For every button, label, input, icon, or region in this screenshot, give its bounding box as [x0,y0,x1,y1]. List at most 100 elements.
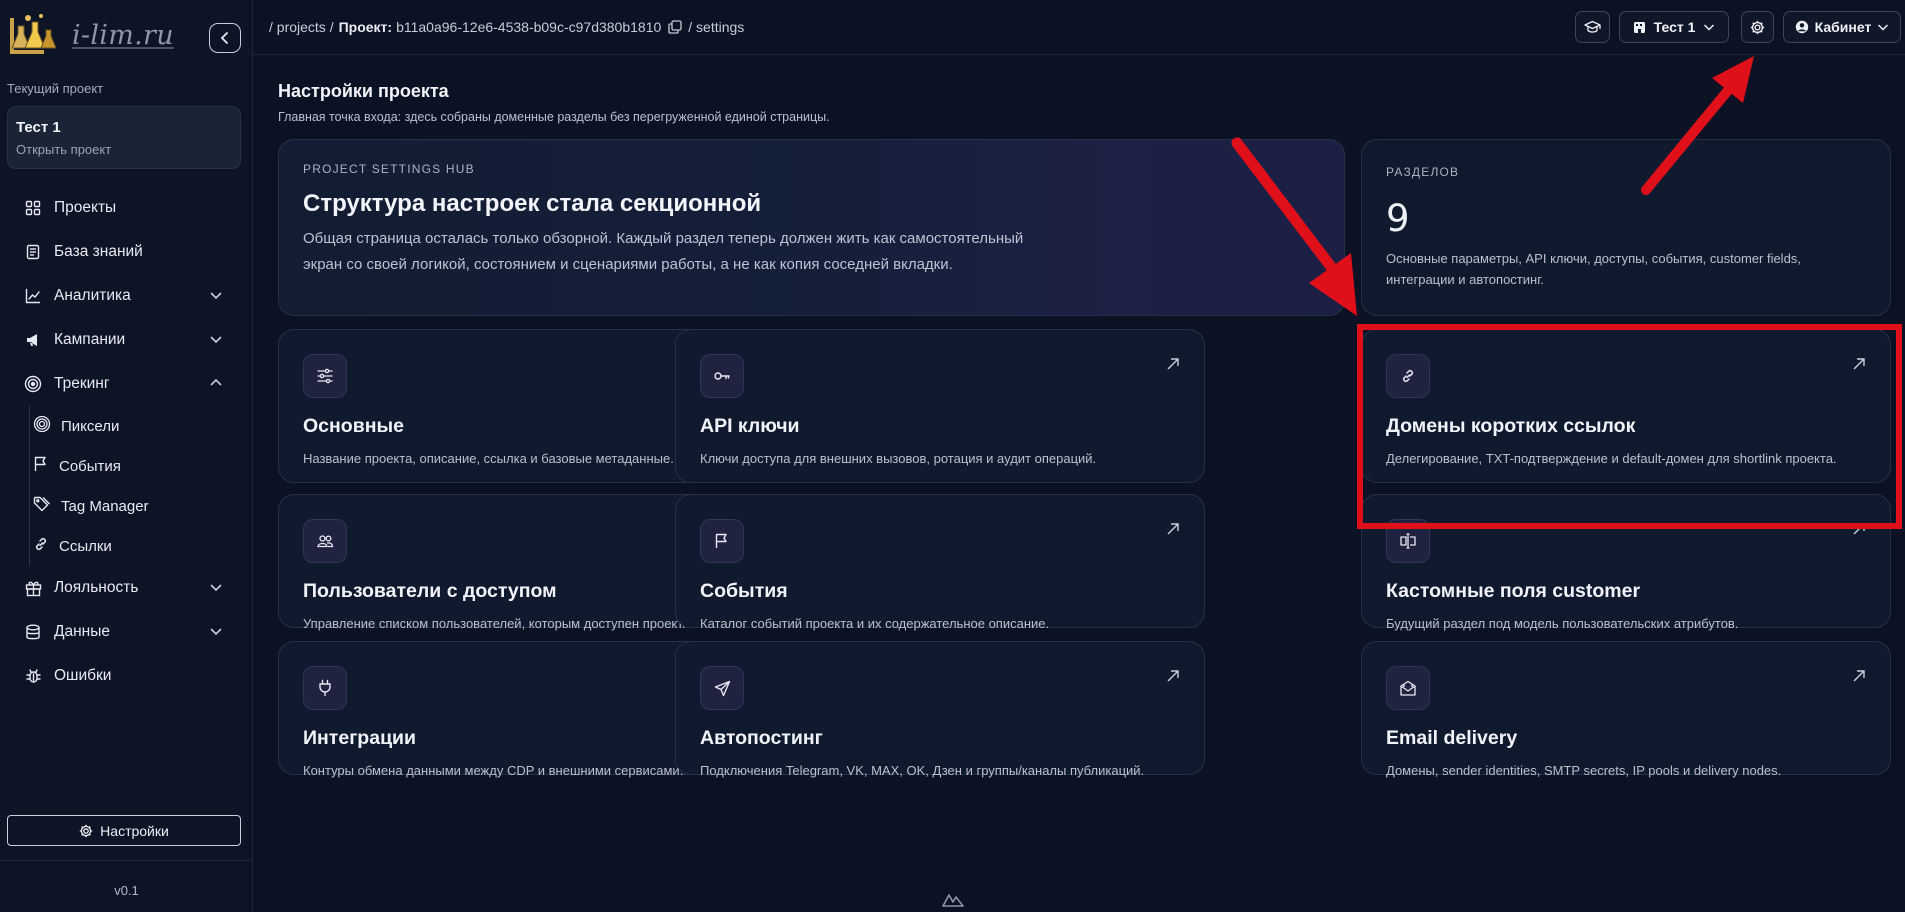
settings-tile-short-link-domains[interactable]: Домены коротких ссылок Делегирование, TX… [1361,329,1891,483]
settings-tile-customer-fields[interactable]: Кастомные поля customer Будущий раздел п… [1361,494,1891,631]
settings-gear-button[interactable] [1741,11,1774,43]
sidebar-subitem-label: Tag Manager [61,497,149,515]
logo[interactable]: i-lim.ru [8,12,178,58]
sidebar-item-tracking[interactable]: Трекинг [0,362,253,406]
cabinet-menu-button[interactable]: Кабинет [1783,11,1901,43]
send-icon [700,666,744,710]
sidebar-item-label: Трекинг [54,375,110,392]
sidebar-item-label: Кампании [54,331,126,348]
mail-icon [1386,666,1430,710]
settings-hub-hero: PROJECT SETTINGS HUB Структура настроек … [278,139,1345,316]
app-root: i-lim.ru Текущий проект Тест 1 Открыть п… [0,0,1905,912]
project-select[interactable]: Тест 1 [1619,11,1729,43]
megaphone-icon [24,331,42,349]
sidebar-item-knowledge-base[interactable]: База знаний [0,230,253,274]
sidebar-settings-button[interactable]: Настройки [7,815,241,846]
sidebar-subitem-tag-manager[interactable]: Tag Manager [0,486,253,526]
sidebar-nav: Проекты База знаний Аналитика Кампании Т… [0,186,253,698]
breadcrumb-settings: / settings [688,19,745,35]
education-button[interactable] [1575,11,1610,43]
key-icon [700,354,744,398]
current-project-name: Тест 1 [16,119,61,136]
chevron-down-icon [210,336,222,344]
tile-title: API ключи [700,415,800,437]
flag-icon [33,456,49,477]
tile-description: Делегирование, TXT-подтверждение и defau… [1386,451,1837,466]
sidebar-item-label: База знаний [54,243,143,260]
project-select-value: Тест 1 [1653,19,1696,35]
chevron-down-icon [210,584,222,592]
logo-text: i-lim.ru [72,19,174,51]
users-icon [303,519,347,563]
settings-tile-api-keys[interactable]: API ключи Ключи доступа для внешних вызо… [675,329,1205,483]
arrow-up-right-icon [1167,670,1179,682]
flag-icon [700,519,744,563]
sidebar-item-campaigns[interactable]: Кампании [0,318,253,362]
chevron-up-icon [210,378,222,386]
tile-description: Каталог событий проекта и их содержатель… [700,616,1050,631]
sidebar-item-analytics[interactable]: Аналитика [0,274,253,318]
database-icon [24,623,42,641]
sidebar-item-label: Аналитика [54,287,131,304]
main-content: Настройки проекта Главная точка входа: з… [253,56,1905,912]
logo-flasks-icon [10,14,57,54]
current-project-label: Текущий проект [7,81,104,96]
settings-tile-email-delivery[interactable]: Email delivery Домены, sender identities… [1361,641,1891,778]
sidebar-divider [0,860,253,861]
tag-icon [33,496,51,517]
sidebar-subitem-label: События [59,457,121,475]
hero-text: Общая страница осталась только обзорной.… [303,230,1024,273]
app-version: v0.1 [114,883,139,898]
gift-icon [24,579,42,597]
tile-title: Домены коротких ссылок [1386,415,1636,437]
arrow-up-right-icon [1853,670,1865,682]
sidebar-item-errors[interactable]: Ошибки [0,654,253,698]
sidebar-subitem-links[interactable]: Ссылки [0,526,253,566]
sidebar-subitem-events[interactable]: События [0,446,253,486]
sidebar-item-label: Лояльность [54,579,139,596]
open-project-link[interactable]: Открыть проект [16,142,240,157]
breadcrumb-project-label: Проект: [338,19,393,35]
sidebar: i-lim.ru Текущий проект Тест 1 Открыть п… [0,0,253,912]
sidebar-item-data[interactable]: Данные [0,610,253,654]
breadcrumb-project-id[interactable]: b11a0a96-12e6-4538-b09c-c97d380b1810 [396,19,661,35]
sidebar-subitem-pixels[interactable]: Пиксели [0,406,253,446]
chevron-left-icon [220,32,228,44]
chevron-down-icon [1704,24,1715,31]
grid-icon [24,199,42,217]
link-icon [33,536,49,557]
breadcrumb-projects[interactable]: / projects / [269,19,334,35]
framework-logo-icon [942,894,964,907]
sidebar-item-loyalty[interactable]: Лояльность [0,566,253,610]
page-title: Настройки проекта [278,81,449,101]
tile-description: Подключения Telegram, VK, MAX, OK, Дзен … [700,763,1145,778]
sidebar-item-projects[interactable]: Проекты [0,186,253,230]
copy-icon[interactable] [668,20,682,34]
collapse-sidebar-button[interactable] [209,23,241,53]
topbar: / projects / Проект: b11a0a96-12e6-4538-… [253,0,1905,55]
sections-count-label: РАЗДЕЛОВ [1386,165,1460,179]
chart-icon [24,287,42,305]
plug-icon [303,666,347,710]
settings-tile-autoposting[interactable]: Автопостинг Подключения Telegram, VK, MA… [675,641,1205,778]
gear-icon [1750,20,1765,34]
tile-description: Будущий раздел под модель пользовательск… [1386,616,1739,631]
hero-eyebrow: PROJECT SETTINGS HUB [303,162,475,176]
chevron-down-icon [210,628,222,636]
settings-tile-events[interactable]: События Каталог событий проекта и их сод… [675,494,1205,631]
sidebar-item-label: Ошибки [54,667,112,684]
tile-title: Автопостинг [700,727,823,749]
target-icon [24,375,42,393]
sidebar-item-label: Данные [54,623,110,640]
arrow-up-right-icon [1853,358,1865,370]
hero-title: Структура настроек стала секционной [303,190,762,217]
fields-icon [1386,519,1430,563]
chevron-down-icon [1878,24,1889,31]
chevron-down-icon [210,292,222,300]
page-subtitle: Главная точка входа: здесь собраны домен… [278,110,830,124]
user-circle-icon [1795,20,1808,34]
bug-icon [24,667,42,685]
graduation-cap-icon [1584,20,1601,33]
arrow-up-right-icon [1167,358,1179,370]
current-project-card[interactable]: Тест 1 Открыть проект [7,106,241,169]
